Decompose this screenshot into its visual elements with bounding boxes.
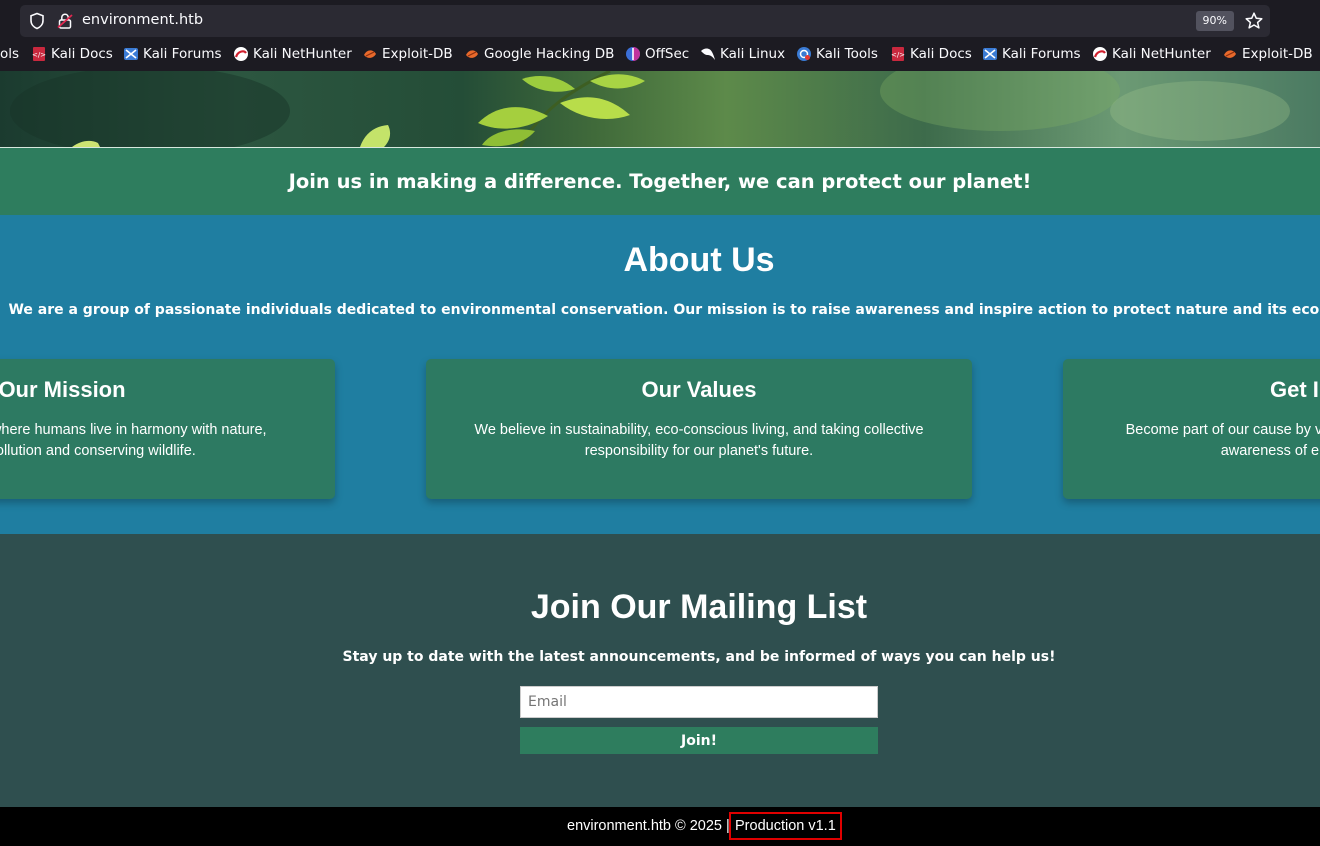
kali-forums-icon <box>983 48 997 60</box>
bookmark-label: Kali Forums <box>1002 46 1081 62</box>
about-section: About Us We are a group of passionate in… <box>0 215 1320 534</box>
kali-nethunter-icon <box>1093 47 1107 61</box>
card-title: Get Involved <box>1269 377 1320 402</box>
email-input[interactable] <box>520 686 878 718</box>
bookmark-label: OffSec <box>645 46 690 62</box>
exploit-db-icon <box>1224 50 1236 58</box>
cta-banner: Join us in making a difference. Together… <box>0 147 1320 215</box>
bookmark-label: Kali NetHunter <box>253 46 352 62</box>
kali-nethunter-icon <box>234 47 248 61</box>
browser-toolbar: environment.htb 90% <box>0 0 1320 40</box>
bookmark-label: Kali Linux <box>720 46 786 62</box>
bookmark-item[interactable]: OffSec <box>625 46 689 62</box>
card-description: We envision a world where humans live in… <box>0 422 267 459</box>
bookmark-label: Kali Docs <box>910 46 972 62</box>
bookmark-item[interactable]: Kali Tools <box>796 46 878 62</box>
bookmark-item[interactable]: Exploit-DB <box>1222 46 1313 62</box>
card-title: Our Values <box>641 377 757 402</box>
bookmark-item[interactable]: Kali Linux <box>700 46 785 62</box>
bookmark-label: Kali Forums <box>143 46 222 62</box>
bookmark-label: Kali Tools <box>816 46 878 62</box>
mission-card: Our Mission We envision a world where hu… <box>0 359 335 499</box>
bookmark-label: Exploit-DB <box>382 46 453 62</box>
exploit-db-icon <box>364 50 376 58</box>
bookmark-item[interactable]: Kali NetHunter <box>233 46 352 62</box>
footer-copyright: environment.htb © 2025 | <box>567 818 730 834</box>
google-hacking-db-icon <box>466 50 478 58</box>
bookmark-label: ols <box>0 46 20 62</box>
bookmark-item[interactable]: ols <box>0 46 19 62</box>
bookmark-label: Kali Docs <box>51 46 113 62</box>
kali-docs-icon: </> <box>891 47 905 61</box>
footer-version: Production v1.1 <box>729 812 842 840</box>
card-description: We believe in sustainability, eco-consci… <box>474 422 924 459</box>
lock-insecure-icon[interactable] <box>56 12 74 30</box>
zoom-level-badge[interactable]: 90% <box>1195 11 1234 31</box>
web-page: Join us in making a difference. Together… <box>0 71 1320 846</box>
footer: environment.htb © 2025 | Production v1.1 <box>0 807 1320 846</box>
url-bar[interactable]: environment.htb 90% <box>20 5 1270 37</box>
bookmark-item[interactable]: </> Kali Docs <box>890 46 972 62</box>
card-description: Become part of our cause by volunteering… <box>1125 422 1320 459</box>
join-button[interactable]: Join! <box>520 727 878 754</box>
bookmark-item[interactable]: Kali Forums <box>982 46 1081 62</box>
kali-forums-icon <box>124 48 138 60</box>
banner-text: Join us in making a difference. Together… <box>288 170 1032 193</box>
bookmark-label: Exploit-DB <box>1242 46 1313 62</box>
bookmark-item[interactable]: Kali Forums <box>123 46 222 62</box>
bookmark-label: Google Hacking DB <box>484 46 615 62</box>
mailing-list-section: Join Our Mailing List Stay up to date wi… <box>0 534 1320 807</box>
svg-text:</>: </> <box>32 51 46 59</box>
mailing-description: Stay up to date with the latest announce… <box>342 649 1056 665</box>
kali-tools-icon <box>797 47 811 61</box>
mailing-title: Join Our Mailing List <box>530 588 868 626</box>
card-title: Our Mission <box>0 377 126 402</box>
offsec-icon <box>626 47 640 61</box>
bookmark-star-icon[interactable] <box>1244 11 1264 31</box>
bookmark-item[interactable]: Kali NetHunter <box>1092 46 1211 62</box>
svg-text:</>: </> <box>891 51 905 59</box>
hero-image <box>0 71 1320 147</box>
shield-icon[interactable] <box>28 12 46 30</box>
url-text[interactable]: environment.htb <box>82 12 203 28</box>
bookmarks-toolbar: ols </> Kali Docs Kali Forums Kali NetHu… <box>0 40 1320 71</box>
bookmark-item[interactable]: Exploit-DB <box>362 46 453 62</box>
bookmark-item[interactable]: Google Hacking DB <box>464 46 614 62</box>
leaf-image <box>10 71 1290 147</box>
about-title: About Us <box>623 241 775 279</box>
values-card: Our Values We believe in sustainability,… <box>426 359 972 499</box>
about-description: We are a group of passionate individuals… <box>8 302 1320 318</box>
kali-linux-icon <box>701 48 715 60</box>
bookmark-item[interactable]: </> Kali Docs <box>31 46 113 62</box>
get-involved-card: Get Involved Become part of our cause by… <box>1063 359 1320 499</box>
bookmark-label: Kali NetHunter <box>1112 46 1211 62</box>
kali-docs-icon: </> <box>32 47 46 61</box>
